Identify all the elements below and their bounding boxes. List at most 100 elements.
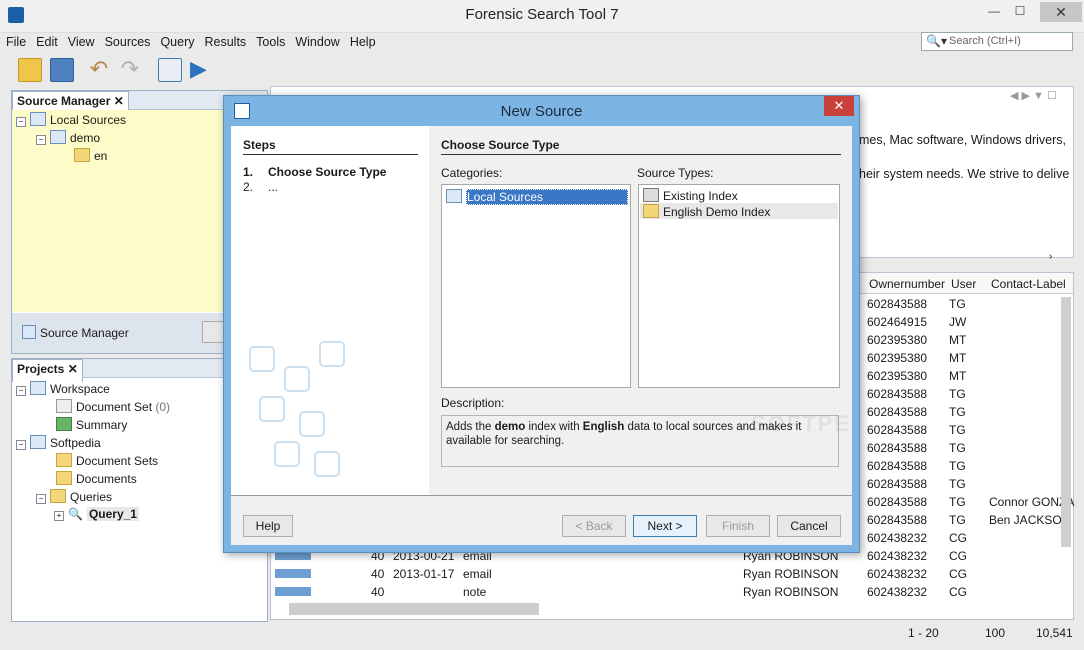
- help-button[interactable]: Help: [243, 515, 293, 537]
- cell-ownernumber: 602464915: [867, 315, 928, 329]
- document-set-icon: [56, 399, 72, 413]
- collapse-icon[interactable]: −: [16, 440, 26, 450]
- collapse-icon[interactable]: −: [16, 117, 26, 127]
- expand-icon[interactable]: +: [54, 511, 64, 521]
- source-types-list[interactable]: Existing Index English Demo Index: [638, 184, 840, 388]
- folder-icon: [56, 453, 72, 467]
- tree-item-documents[interactable]: Documents: [56, 471, 137, 486]
- tab-projects[interactable]: Projects ✕: [12, 359, 83, 382]
- categories-list[interactable]: Local Sources: [441, 184, 631, 388]
- cell-type: email: [463, 567, 492, 581]
- finish-button[interactable]: Finish: [706, 515, 770, 537]
- close-icon[interactable]: ✕: [114, 94, 124, 108]
- source-type-english-demo-index[interactable]: English Demo Index: [640, 203, 838, 219]
- redo-icon[interactable]: ↷: [119, 58, 141, 80]
- chart-icon: [56, 417, 72, 431]
- next-button[interactable]: Next >: [633, 515, 697, 537]
- tree-item-document-set[interactable]: Document Set (0): [56, 399, 170, 414]
- dialog-body: Steps 1. Choose Source Type 2. ... Choos…: [231, 126, 852, 545]
- relevance-bar: [275, 587, 311, 596]
- header-ownernumber[interactable]: Ownernumber: [869, 277, 945, 291]
- open-folder-icon[interactable]: [18, 58, 42, 82]
- menu-query[interactable]: Query: [154, 32, 198, 49]
- status-range: 1 - 20: [908, 626, 939, 640]
- cell-name: Ryan ROBINSON: [743, 567, 839, 581]
- steps-heading: Steps: [243, 138, 418, 155]
- computer-icon: [446, 189, 462, 203]
- cell-user: TG: [949, 297, 966, 311]
- cell-user: TG: [949, 441, 966, 455]
- category-item-local-sources[interactable]: Local Sources: [446, 189, 628, 205]
- menu-window[interactable]: Window: [289, 32, 343, 49]
- save-icon[interactable]: [50, 58, 74, 82]
- table-row[interactable]: 40 2013-01-17 email Ryan ROBINSON: [271, 565, 861, 583]
- source-type-existing-index[interactable]: Existing Index: [643, 188, 738, 203]
- vertical-scrollbar[interactable]: [1061, 297, 1071, 547]
- tree-item-document-sets[interactable]: Document Sets: [56, 453, 158, 468]
- document-icon[interactable]: [158, 58, 182, 82]
- scroll-right-icon[interactable]: ›: [1049, 251, 1052, 262]
- steps-pane: Steps 1. Choose Source Type 2. ...: [231, 126, 429, 496]
- menu-file[interactable]: File: [0, 32, 30, 49]
- cell-user: TG: [949, 459, 966, 473]
- tree-item-summary[interactable]: Summary: [56, 417, 127, 432]
- run-icon[interactable]: ▶: [190, 58, 212, 80]
- collapse-icon[interactable]: −: [36, 494, 46, 504]
- cell-ownernumber: 602395380: [867, 351, 928, 365]
- menu-tools[interactable]: Tools: [250, 32, 289, 49]
- table-row[interactable]: 40 note Ryan ROBINSON: [271, 583, 861, 601]
- tree-item-queries[interactable]: − Queries: [36, 489, 112, 504]
- dialog-close-button[interactable]: ✕: [824, 96, 854, 116]
- menu-edit[interactable]: Edit: [30, 32, 62, 49]
- cell-contact-label: Ben JACKSON: [989, 513, 1071, 527]
- cell-user: CG: [949, 567, 967, 581]
- horizontal-scrollbar[interactable]: [289, 603, 539, 615]
- maximize-button[interactable]: ☐: [1008, 4, 1032, 20]
- minimize-button[interactable]: —: [982, 4, 1006, 20]
- search-input[interactable]: 🔍▾ Search (Ctrl+I): [921, 32, 1073, 51]
- cell-ownernumber: 602843588: [867, 387, 928, 401]
- source-manager-link[interactable]: Source Manager: [22, 325, 129, 340]
- title-bar: Forensic Search Tool 7 — ☐ ✕: [0, 0, 1084, 33]
- preview-line-2: heir system needs. We strive to delive: [859, 167, 1070, 181]
- cell-ownernumber: 602438232: [867, 567, 928, 581]
- cell-ownernumber: 602843588: [867, 513, 928, 527]
- menu-view[interactable]: View: [62, 32, 99, 49]
- cancel-button[interactable]: Cancel: [777, 515, 841, 537]
- header-contact-label[interactable]: Contact-Label: [991, 277, 1066, 291]
- menu-help[interactable]: Help: [344, 32, 380, 49]
- step-2-number: 2.: [243, 180, 254, 194]
- collapse-icon[interactable]: −: [16, 386, 26, 396]
- menu-results[interactable]: Results: [198, 32, 250, 49]
- tree-item-query-1[interactable]: + 🔍 Query_1: [54, 507, 139, 521]
- cell-ownernumber: 602395380: [867, 369, 928, 383]
- tree-item-workspace[interactable]: − Workspace: [16, 381, 110, 396]
- cell-user: MT: [949, 369, 967, 383]
- close-icon[interactable]: ✕: [68, 362, 78, 376]
- cell-user: TG: [949, 387, 966, 401]
- cell-ownernumber: 602843588: [867, 495, 928, 509]
- header-user[interactable]: User: [951, 277, 976, 291]
- cell-user: TG: [949, 423, 966, 437]
- tree-item-softpedia[interactable]: − Softpedia: [16, 435, 101, 450]
- tree-item-local-sources[interactable]: − Local Sources: [16, 112, 126, 127]
- cell-ownernumber: 602438232: [867, 585, 928, 599]
- collapse-icon[interactable]: −: [36, 135, 46, 145]
- menu-sources[interactable]: Sources: [99, 32, 155, 49]
- status-zoom: 100: [985, 626, 1006, 640]
- close-button[interactable]: ✕: [1040, 2, 1082, 22]
- cell-user: CG: [949, 549, 967, 563]
- source-types-label: Source Types:: [637, 166, 714, 180]
- tree-item-demo[interactable]: − demo: [36, 130, 100, 145]
- cell-type: note: [463, 585, 487, 599]
- tree-item-en[interactable]: en: [74, 148, 107, 163]
- description-label: Description:: [441, 396, 505, 410]
- tab-nav-icons[interactable]: ◀ ▶ ▼ ☐: [1010, 89, 1057, 102]
- new-source-dialog: New Source ✕ Steps 1. Choose Source Type…: [223, 95, 860, 553]
- back-button[interactable]: < Back: [562, 515, 626, 537]
- watermark-text: SOFTPE: [751, 411, 852, 436]
- magnifier-icon: 🔍: [68, 507, 83, 521]
- undo-icon[interactable]: ↶: [88, 58, 110, 80]
- cell-ownernumber: 602843588: [867, 423, 928, 437]
- project-icon: [30, 435, 46, 449]
